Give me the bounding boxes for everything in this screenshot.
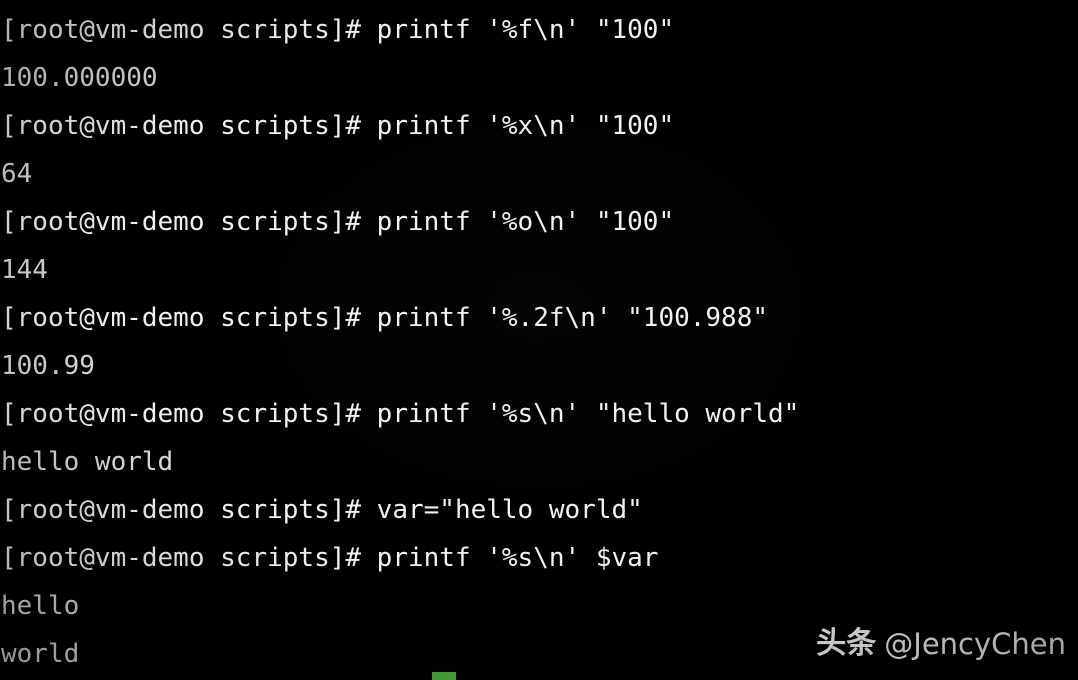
terminal-output-line: 144 — [1, 255, 48, 285]
terminal-command-line: [root@vm-demo scripts]# printf '%o\n' "1… — [1, 207, 675, 237]
terminal-output-line: 100.99 — [1, 351, 95, 381]
terminal-command-line: [root@vm-demo scripts]# printf '%.2f\n' … — [1, 303, 769, 333]
terminal-command-line: [root@vm-demo scripts]# printf '%f\n' "1… — [1, 15, 675, 45]
terminal-cursor — [432, 672, 456, 680]
terminal-screen-buffer: [root@vm-demo scripts]# printf '%d\n' "1… — [0, 0, 1078, 680]
terminal-command-line: [root@vm-demo scripts]# printf '%s\n' $v… — [1, 543, 659, 573]
terminal-output-line: 100.000000 — [1, 63, 158, 93]
terminal-output-line: 64 — [1, 159, 33, 189]
terminal-output-line: world — [1, 639, 80, 669]
terminal-output-line: hello — [1, 591, 80, 621]
terminal-command-line: [root@vm-demo scripts]# printf '%s\n' "h… — [1, 399, 800, 429]
terminal-command-line: [root@vm-demo scripts]# printf '%x\n' "1… — [1, 111, 675, 141]
terminal-command-line: [root@vm-demo scripts]# var="hello world… — [1, 495, 643, 525]
terminal-output-line: hello world — [1, 447, 174, 477]
terminal-window[interactable]: [root@vm-demo scripts]# printf '%d\n' "1… — [0, 0, 1078, 680]
